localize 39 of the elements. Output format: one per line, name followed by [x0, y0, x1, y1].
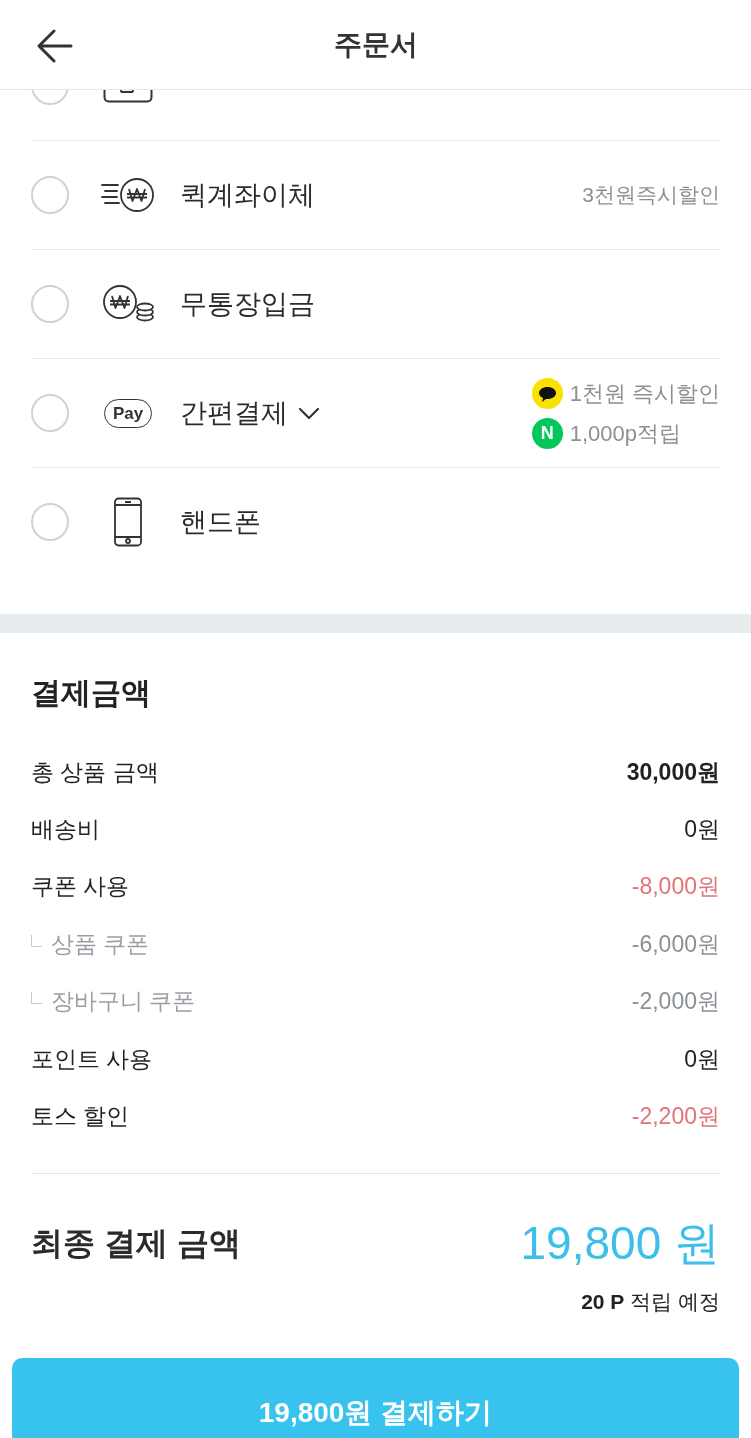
points-note: 20 P 적립 예정: [581, 1288, 720, 1315]
total-amount: 19,800 원: [520, 1215, 720, 1271]
radio-button[interactable]: [31, 503, 69, 541]
summary-amount: 0원: [684, 1044, 720, 1074]
payment-method-label[interactable]: 핸드폰: [180, 504, 261, 540]
smartphone-icon: [113, 497, 143, 547]
n-logo: N: [531, 417, 563, 449]
radio-button[interactable]: [31, 285, 69, 323]
indent-corner-icon: [31, 992, 42, 1005]
summary-label: 토스 할인: [31, 1102, 130, 1132]
payment-method-label[interactable]: 퀵계좌이체: [180, 177, 315, 213]
benefit-text: 1천원 즉시할인: [569, 379, 720, 408]
back-arrow-icon: [37, 29, 73, 63]
coin-with-speed-lines-icon: [101, 177, 155, 213]
radio-button[interactable]: [31, 176, 69, 214]
chevron-down-icon[interactable]: [298, 406, 320, 420]
coins-icon: [101, 284, 155, 324]
summary-amount: -2,000원: [631, 987, 720, 1017]
benefit-text: 1,000p적립: [569, 419, 681, 448]
summary-label: 총 상품 금액: [31, 757, 159, 787]
summary-amount: -2,200원: [631, 1102, 720, 1132]
summary-amount: 0원: [684, 815, 720, 845]
radio-button[interactable]: [31, 394, 69, 432]
summary-amount: -8,000원: [631, 872, 720, 902]
payment-method-label[interactable]: 무통장입금: [180, 286, 315, 322]
summary-amount: -6,000원: [631, 929, 720, 959]
payment-method-label[interactable]: 간편결제: [180, 395, 288, 431]
section-title: 결제금액: [31, 675, 151, 711]
indent-corner-icon: [31, 934, 42, 947]
summary-label: 배송비: [31, 815, 100, 845]
discount-note: 3천원즉시할인: [582, 182, 720, 208]
summary-label: 포인트 사용: [31, 1044, 153, 1074]
summary-label: 쿠폰 사용: [31, 872, 130, 902]
page-title: 주문서: [333, 27, 418, 62]
card-icon: [103, 90, 153, 103]
summary-label: 장바구니 쿠폰: [51, 987, 196, 1017]
summary-label: 상품 쿠폰: [51, 929, 150, 959]
summary-amount: 30,000원: [626, 757, 720, 787]
total-label: 최종 결제 금액: [31, 1223, 241, 1263]
